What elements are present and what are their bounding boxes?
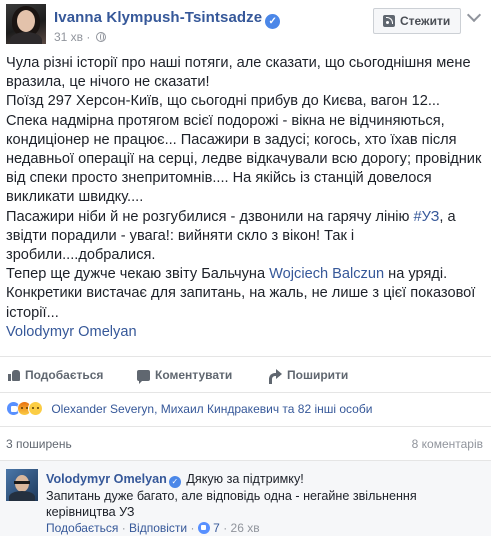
verified-badge-icon: ✓ bbox=[168, 476, 181, 488]
comment-actions: Подобається · Відповісти · 7 · 26 хв bbox=[46, 521, 260, 535]
comment-body: Запитань дуже багато, але відповідь одна… bbox=[46, 489, 417, 519]
thumbs-up-icon bbox=[8, 369, 20, 381]
reactions-summary[interactable]: Olexander Severyn, Михаил Киндракевич та… bbox=[6, 400, 372, 418]
comment-icon bbox=[137, 370, 150, 384]
post-author-name[interactable]: Ivanna Klympush-Tsintsadze bbox=[54, 9, 262, 26]
share-button[interactable]: Поширити bbox=[269, 366, 348, 384]
comment-reply-link[interactable]: Відповісти bbox=[129, 521, 187, 535]
reactions-names[interactable]: Olexander Severyn, Михаил Киндракевич та… bbox=[51, 402, 372, 416]
comment-timestamp[interactable]: 26 хв bbox=[231, 521, 260, 535]
like-reaction-icon bbox=[197, 522, 210, 534]
post-paragraph: Поїзд 297 Херсон-Київ, що сьогодні прибу… bbox=[6, 93, 482, 206]
facebook-post: Ivanna Klympush-Tsintsadze ✓ 31 хв · Стеж… bbox=[0, 0, 491, 536]
comments-count[interactable]: 8 коментарів bbox=[412, 437, 483, 451]
commenter-avatar[interactable] bbox=[6, 469, 38, 501]
post-paragraph: Volodymyr Omelyan bbox=[6, 323, 484, 342]
comment-text: Volodymyr Omelyan ✓ Дякую за підтримку! З… bbox=[46, 471, 486, 520]
post-body: Чула різні історії про наші потяги, але … bbox=[6, 54, 484, 342]
shares-count[interactable]: 3 поширень bbox=[6, 437, 72, 451]
post-meta: 31 хв · bbox=[54, 30, 106, 44]
post-paragraph: Пасажири ніби й не розгубилися - дзвонил… bbox=[6, 208, 456, 264]
chevron-down-icon[interactable] bbox=[466, 7, 482, 23]
follow-button[interactable]: Стежити bbox=[373, 8, 461, 34]
comment-item: Volodymyr Omelyan ✓ Дякую за підтримку! З… bbox=[0, 460, 491, 536]
globe-icon[interactable] bbox=[95, 32, 106, 42]
comment-button[interactable]: Коментувати bbox=[137, 366, 232, 384]
author-avatar[interactable] bbox=[6, 4, 46, 44]
share-icon bbox=[269, 369, 282, 384]
comment-like-link[interactable]: Подобається bbox=[46, 521, 118, 535]
sad-reaction-icon bbox=[28, 401, 43, 416]
post-paragraph: Чула різні історії про наші потяги, але … bbox=[6, 55, 471, 91]
hashtag-link[interactable]: #УЗ bbox=[414, 209, 440, 225]
post-author[interactable]: Ivanna Klympush-Tsintsadze ✓ bbox=[54, 9, 281, 29]
follow-button-label: Стежити bbox=[400, 14, 451, 28]
divider bbox=[0, 392, 491, 393]
mention-link[interactable]: Wojciech Balczun bbox=[269, 266, 384, 282]
comment-like-count[interactable]: 7 bbox=[213, 521, 220, 535]
comment-inline-text: Дякую за підтримку! bbox=[186, 472, 304, 486]
divider bbox=[0, 426, 491, 427]
post-timestamp[interactable]: 31 хв bbox=[54, 30, 83, 44]
rss-icon bbox=[383, 15, 395, 27]
divider bbox=[0, 356, 491, 357]
post-paragraph: Тепер ще дужче чекаю звіту Бальчуна Wojc… bbox=[6, 266, 476, 321]
commenter-name[interactable]: Volodymyr Omelyan bbox=[46, 472, 167, 486]
like-button[interactable]: Подобається bbox=[8, 366, 103, 384]
verified-badge-icon: ✓ bbox=[265, 14, 281, 29]
mention-link[interactable]: Volodymyr Omelyan bbox=[6, 324, 137, 340]
